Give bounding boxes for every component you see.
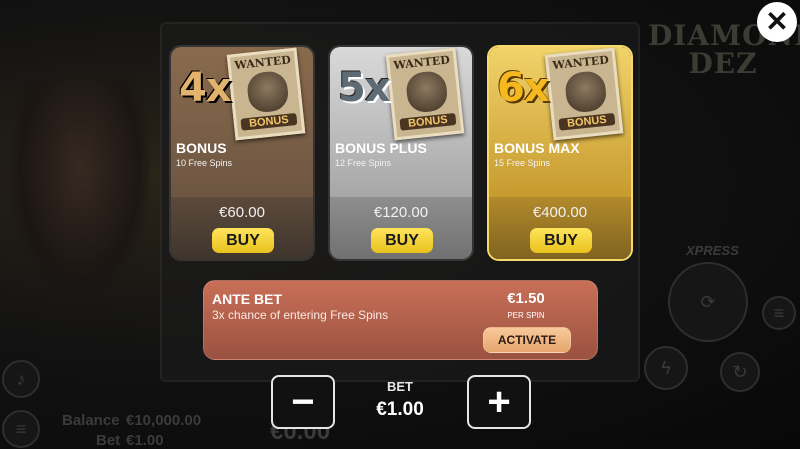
close-button[interactable]: ✕ bbox=[757, 2, 797, 42]
bonus-max-card: WANTED BONUS 6x BONUS MAX 15 Free Spins … bbox=[487, 45, 633, 261]
xpress-label: XPRESS bbox=[686, 243, 739, 258]
increase-bet-button[interactable]: + bbox=[467, 375, 531, 429]
close-icon: ✕ bbox=[765, 6, 789, 37]
bonus-multiplier: 4x bbox=[179, 65, 232, 111]
menu-button: ≡ bbox=[2, 410, 40, 448]
ante-per-spin-label: PER SPIN bbox=[507, 311, 545, 320]
buy-bonus-plus-button[interactable]: BUY bbox=[371, 228, 433, 253]
buy-bonus-max-button[interactable]: BUY bbox=[530, 228, 592, 253]
sound-button: ♪ bbox=[2, 360, 40, 398]
buy-bonus-button[interactable]: BUY bbox=[212, 228, 274, 253]
balance-label: Balance bbox=[62, 412, 120, 429]
bonus-card: WANTED BONUS 4x BONUS 10 Free Spins €60.… bbox=[169, 45, 315, 261]
bet-control-value: €1.00 bbox=[376, 399, 424, 420]
lightning-icon: ϟ bbox=[661, 357, 671, 378]
autoplay-button: ≡ bbox=[762, 296, 796, 330]
character-silhouette bbox=[10, 80, 150, 300]
ante-bet-description: 3x chance of entering Free Spins bbox=[212, 308, 389, 322]
minus-icon: − bbox=[291, 380, 315, 424]
ante-bet-panel: ANTE BET 3x chance of entering Free Spin… bbox=[203, 280, 598, 360]
speaker-icon: ♪ bbox=[16, 368, 26, 389]
wanted-poster-image: WANTED BONUS bbox=[544, 47, 624, 141]
bet-info-value: €1.00 bbox=[126, 432, 164, 449]
repeat-icon: ↻ bbox=[732, 361, 748, 382]
bonus-plus-card: WANTED BONUS 5x BONUS PLUS 12 Free Spins… bbox=[328, 45, 474, 261]
decrease-bet-button[interactable]: − bbox=[271, 375, 335, 429]
balance-value: €10,000.00 bbox=[126, 412, 202, 429]
bonus-plus-free-spins: 12 Free Spins bbox=[335, 158, 392, 168]
bet-info-label: Bet bbox=[96, 432, 121, 449]
bonus-free-spins: 10 Free Spins bbox=[176, 158, 233, 168]
wanted-poster-image: WANTED BONUS bbox=[385, 47, 465, 141]
ante-bet-price: €1.50 bbox=[507, 290, 545, 307]
turbo-button: ϟ bbox=[644, 346, 688, 390]
plus-icon: + bbox=[487, 380, 511, 424]
bonus-max-multiplier: 6x bbox=[497, 65, 550, 111]
activate-ante-button[interactable]: ACTIVATE bbox=[483, 327, 571, 353]
bonus-plus-multiplier: 5x bbox=[338, 65, 391, 111]
bonus-plus-price: €120.00 bbox=[373, 204, 429, 221]
logo-line-2: DEZ bbox=[688, 47, 758, 80]
spin-icon: ⟳ bbox=[700, 291, 716, 312]
ante-bet-title: ANTE BET bbox=[212, 291, 282, 307]
bonus-max-price: €400.00 bbox=[532, 204, 588, 221]
wanted-poster-image: WANTED BONUS bbox=[226, 47, 306, 141]
bonus-max-name: BONUS MAX bbox=[494, 140, 580, 156]
bet-control-label: BET bbox=[387, 379, 413, 394]
bonus-price: €60.00 bbox=[219, 204, 265, 221]
autospin-button: ↻ bbox=[720, 352, 760, 392]
bonus-plus-name: BONUS PLUS bbox=[335, 140, 427, 156]
coins-icon: ≡ bbox=[773, 302, 785, 323]
menu-icon: ≡ bbox=[15, 418, 27, 439]
bonus-max-free-spins: 15 Free Spins bbox=[494, 158, 551, 168]
spin-button: ⟳ bbox=[668, 262, 748, 342]
bonus-name: BONUS bbox=[176, 140, 227, 156]
